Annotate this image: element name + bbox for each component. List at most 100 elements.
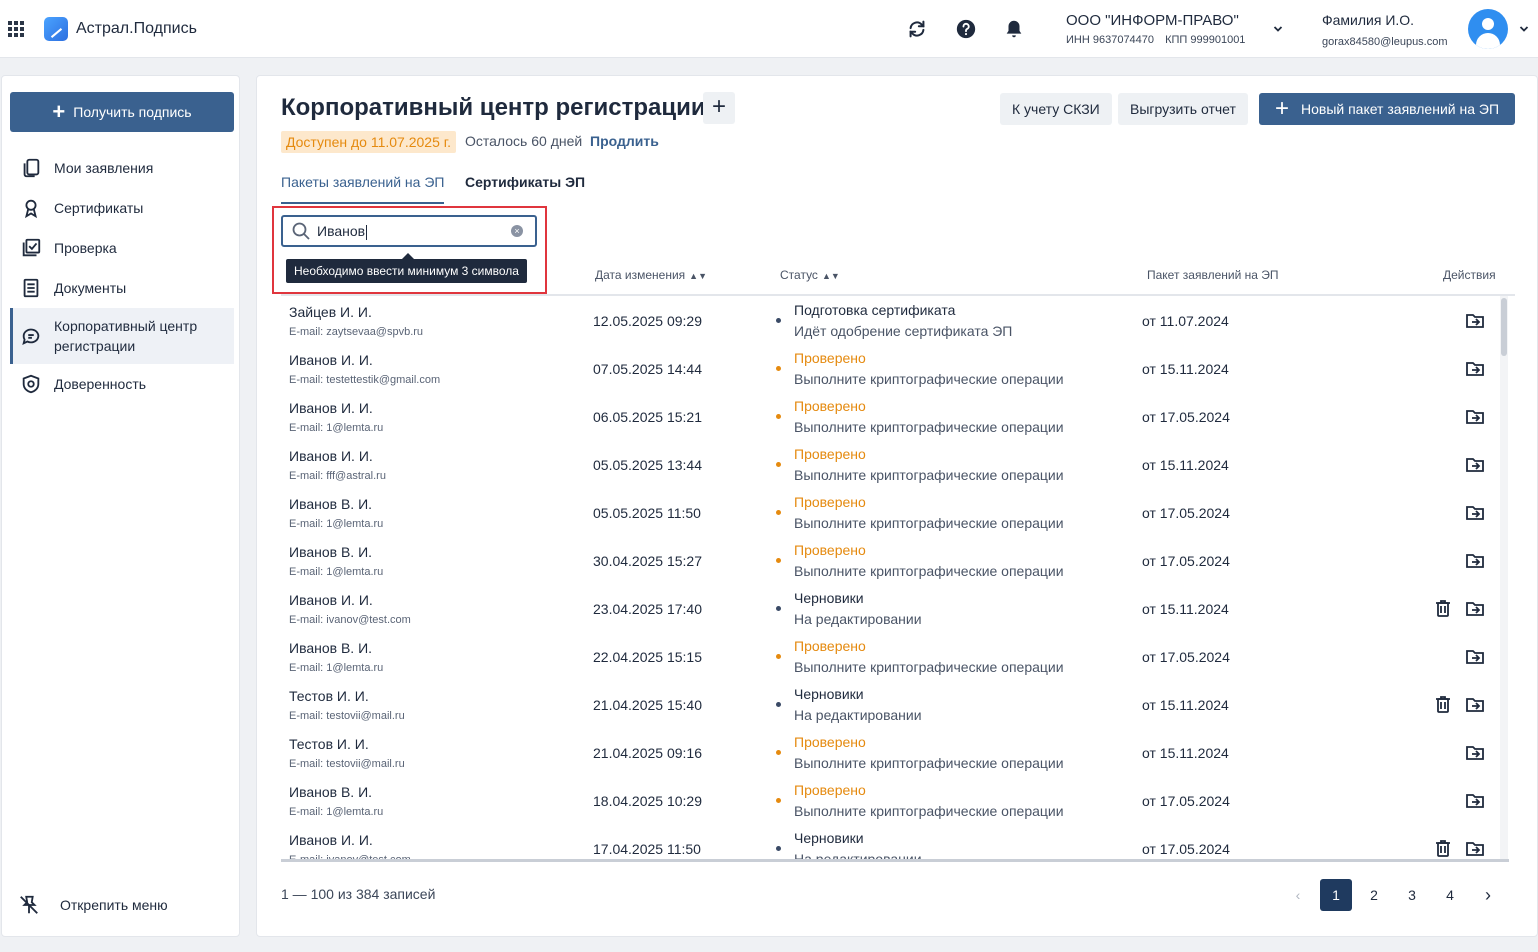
table-row[interactable]: Иванов В. И. E-mail: 1@lemta.ru 22.04.2025… <box>281 632 1505 680</box>
prolong-link[interactable]: Продлить <box>590 133 659 149</box>
tab-packages[interactable]: Пакеты заявлений на ЭП <box>281 174 445 204</box>
sidebar-item-label: Проверка <box>54 240 117 256</box>
status-dot <box>776 366 781 371</box>
help-icon[interactable] <box>955 18 977 40</box>
cell-status: Подготовка сертификата <box>794 302 956 318</box>
table-row[interactable]: Тестов И. И. E-mail: testovii@mail.ru 21.0… <box>281 728 1505 776</box>
apps-grid-icon[interactable] <box>8 21 24 37</box>
cell-date: 30.04.2025 15:27 <box>593 553 702 569</box>
award-icon <box>24 199 38 219</box>
get-signature-button[interactable]: + Получить подпись <box>10 92 234 132</box>
cell-status-detail: На редактировании <box>794 611 922 627</box>
table-row[interactable]: Иванов В. И. E-mail: 1@lemta.ru 05.05.2025… <box>281 488 1505 536</box>
cell-package: от 15.11.2024 <box>1142 745 1229 761</box>
cell-package: от 17.05.2024 <box>1142 505 1230 521</box>
table-row[interactable]: Иванов В. И. E-mail: 1@lemta.ru 30.04.2025… <box>281 536 1505 584</box>
cell-name: Иванов И. И. <box>289 448 373 464</box>
search-input[interactable]: Иванов × <box>281 215 537 247</box>
user-name[interactable]: Фамилия И.О. <box>1322 12 1414 28</box>
sidebar-item-check[interactable]: Проверка <box>10 236 234 260</box>
cell-name: Тестов И. И. <box>289 688 369 704</box>
scrollbar-thumb[interactable] <box>1501 298 1507 356</box>
search-tooltip: Необходимо ввести минимум 3 символа <box>286 253 527 283</box>
sort-icon: ▲▼ <box>689 271 707 281</box>
export-icon[interactable] <box>1465 454 1485 474</box>
export-icon[interactable] <box>1465 550 1485 570</box>
sidebar-item-power-of-attorney[interactable]: Доверенность <box>10 372 234 396</box>
cell-date: 23.04.2025 17:40 <box>593 601 702 617</box>
refresh-icon[interactable] <box>906 18 928 40</box>
export-icon[interactable] <box>1465 358 1485 378</box>
export-icon[interactable] <box>1465 742 1485 762</box>
cell-email: E-mail: 1@lemta.ru <box>289 566 384 578</box>
new-package-button[interactable]: + Новый пакет заявлений на ЭП <box>1259 93 1515 125</box>
copy-icon <box>23 158 40 178</box>
page-button-1[interactable]: 1 <box>1320 879 1352 911</box>
tab-certificates[interactable]: Сертификаты ЭП <box>465 174 585 204</box>
unpin-menu-button[interactable]: Открепить меню <box>18 894 168 916</box>
table-row[interactable]: Иванов И. И. E-mail: 1@lemta.ru 06.05.2025… <box>281 392 1505 440</box>
page-button-2[interactable]: 2 <box>1358 879 1390 911</box>
trash-icon[interactable] <box>1433 694 1453 714</box>
unpin-menu-label: Открепить меню <box>60 897 168 913</box>
table-row[interactable]: Тестов И. И. E-mail: testovii@mail.ru 21.0… <box>281 680 1505 728</box>
page-button-4[interactable]: 4 <box>1434 879 1466 911</box>
org-name[interactable]: ООО "ИНФОРМ-ПРАВО" <box>1066 12 1239 29</box>
export-icon[interactable] <box>1465 838 1485 858</box>
page-button-3[interactable]: 3 <box>1396 879 1428 911</box>
export-icon[interactable] <box>1465 598 1485 618</box>
table-row[interactable]: Иванов И. И. E-mail: fff@astral.ru 05.05.2… <box>281 440 1505 488</box>
cell-date: 07.05.2025 14:44 <box>593 361 702 377</box>
export-icon[interactable] <box>1465 790 1485 810</box>
next-page-button[interactable]: › <box>1472 879 1504 911</box>
export-icon[interactable] <box>1465 406 1485 426</box>
cell-name: Иванов В. И. <box>289 544 373 560</box>
cell-status: Черновики <box>794 830 864 846</box>
cell-status-detail: Выполните криптографические операции <box>794 515 1064 531</box>
add-button[interactable]: + <box>703 92 735 124</box>
prev-page-button[interactable]: ‹ <box>1282 879 1314 911</box>
cell-date: 21.04.2025 09:16 <box>593 745 702 761</box>
trash-icon[interactable] <box>1433 838 1453 858</box>
status-dot <box>776 654 781 659</box>
chevron-down-icon[interactable] <box>1273 24 1283 34</box>
cell-date: 18.04.2025 10:29 <box>593 793 702 809</box>
cell-name: Иванов И. И. <box>289 832 373 848</box>
export-icon[interactable] <box>1465 310 1485 330</box>
cell-status: Проверено <box>794 638 866 654</box>
sidebar-item-certificates[interactable]: Сертификаты <box>10 196 234 220</box>
header-pack: Пакет заявлений на ЭП <box>1147 268 1279 282</box>
table-row[interactable]: Зайцев И. И. E-mail: zaytsevaa@spvb.ru 12.… <box>281 296 1505 344</box>
bell-icon[interactable] <box>1003 18 1025 40</box>
header-date[interactable]: Дата изменения ▲▼ <box>595 268 707 282</box>
search-icon <box>292 222 310 240</box>
export-icon[interactable] <box>1465 694 1485 714</box>
cell-status-detail: Идёт одобрение сертификата ЭП <box>794 323 1013 339</box>
export-icon[interactable] <box>1465 502 1485 522</box>
scrollbar[interactable] <box>1500 296 1508 862</box>
sidebar: + Получить подпись Мои заявления Сертифи… <box>1 75 240 937</box>
horizontal-scrollbar[interactable] <box>281 859 1509 862</box>
avatar[interactable] <box>1468 9 1508 49</box>
table-row[interactable]: Иванов И. И. E-mail: testettestik@gmail.c… <box>281 344 1505 392</box>
availability-badge: Доступен до 11.07.2025 г. <box>281 131 457 153</box>
sidebar-item-my-applications[interactable]: Мои заявления <box>10 156 234 180</box>
main-panel: Корпоративный центр регистрации + Доступ… <box>256 75 1538 937</box>
export-icon[interactable] <box>1465 646 1485 666</box>
cell-date: 05.05.2025 13:44 <box>593 457 702 473</box>
chevron-down-icon[interactable] <box>1519 24 1529 34</box>
table-row[interactable]: Иванов И. И. E-mail: ivanov@test.com 23.04… <box>281 584 1505 632</box>
sidebar-item-corporate-center[interactable]: Корпоративный центр регистрации <box>10 308 234 364</box>
trash-icon[interactable] <box>1433 598 1453 618</box>
clear-icon[interactable]: × <box>511 225 523 237</box>
status-dot <box>776 414 781 419</box>
export-report-button[interactable]: Выгрузить отчет <box>1118 93 1248 125</box>
cell-package: от 17.05.2024 <box>1142 649 1230 665</box>
sidebar-item-documents[interactable]: Документы <box>10 276 234 300</box>
skzi-button[interactable]: К учету СКЗИ <box>1000 93 1112 125</box>
table-row[interactable]: Иванов В. И. E-mail: 1@lemta.ru 18.04.2025… <box>281 776 1505 824</box>
search-value: Иванов <box>317 223 368 240</box>
table-row[interactable]: Иванов И. И. E-mail: ivanov@test.com 17.04… <box>281 824 1505 862</box>
cell-status-detail: На редактировании <box>794 707 922 723</box>
header-status[interactable]: Статус ▲▼ <box>780 268 840 282</box>
